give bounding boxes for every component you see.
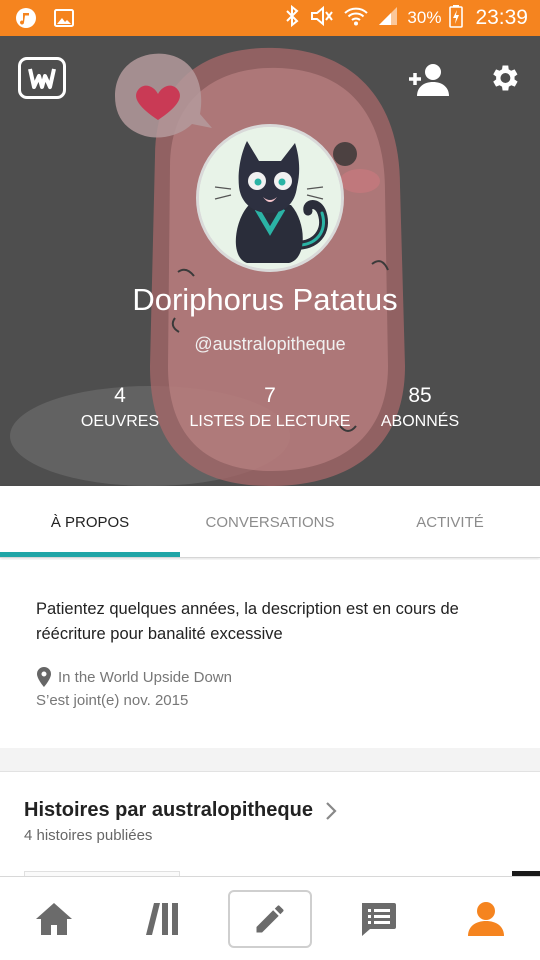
stat-followers-value: 85 xyxy=(408,384,432,407)
profile-tabs: À PROPOS CONVERSATIONS ACTIVITÉ xyxy=(0,486,540,558)
battery-charging-icon xyxy=(449,4,464,33)
settings-button[interactable] xyxy=(484,58,524,98)
profile-location-text: In the World Upside Down xyxy=(58,668,232,686)
gear-icon xyxy=(493,65,518,91)
profile-description: Patientez quelques années, la descriptio… xyxy=(36,600,459,643)
stat-followers-label: ABONNÉS xyxy=(380,413,460,430)
image-icon xyxy=(52,6,76,30)
home-icon xyxy=(36,903,72,935)
section-divider xyxy=(0,748,540,772)
battery-percentage: 30% xyxy=(407,8,442,27)
stat-reading-lists[interactable]: 7 LISTES DE LECTURE xyxy=(180,383,360,433)
profile-icon xyxy=(468,902,504,936)
stat-followers[interactable]: 85 ABONNÉS xyxy=(370,383,470,433)
profile-header: Doriphorus Patatus @australopitheque 4 O… xyxy=(0,36,540,486)
nav-messages-button[interactable] xyxy=(324,877,432,960)
wifi-icon xyxy=(343,4,369,33)
stat-works[interactable]: 4 OEUVRES xyxy=(60,383,180,433)
tab-activity[interactable]: ACTIVITÉ xyxy=(360,486,540,558)
black-cat-illustration xyxy=(199,127,341,269)
nav-home-button[interactable] xyxy=(0,877,108,960)
add-user-icon xyxy=(409,64,449,96)
stat-works-label: OEUVRES xyxy=(80,413,160,430)
music-icon xyxy=(14,6,38,30)
nav-write-button[interactable] xyxy=(228,890,312,948)
about-section: Patientez quelques années, la descriptio… xyxy=(0,560,540,748)
username: @australopitheque xyxy=(194,334,346,354)
location-pin-icon xyxy=(37,667,51,687)
follow-user-button[interactable] xyxy=(406,60,452,100)
bottom-navigation xyxy=(0,876,540,960)
stories-title: Histoires par australopitheque xyxy=(24,799,313,821)
messages-icon xyxy=(362,903,396,936)
mute-icon xyxy=(309,4,335,33)
chevron-right-icon xyxy=(326,801,337,820)
library-icon xyxy=(146,903,178,935)
stories-section: Histoires par australopitheque 4 histoir… xyxy=(0,773,540,883)
nav-library-button[interactable] xyxy=(108,877,216,960)
stories-count: 4 histoires publiées xyxy=(24,827,153,844)
write-icon xyxy=(256,905,284,933)
status-bar: 30% 23:39 xyxy=(0,0,540,36)
nav-profile-button[interactable] xyxy=(432,877,540,960)
active-tab-indicator xyxy=(0,552,180,557)
stat-reading-lists-label: LISTES DE LECTURE xyxy=(189,413,351,430)
wattpad-logo[interactable] xyxy=(18,57,66,99)
clock: 23:39 xyxy=(475,6,528,29)
profile-location: In the World Upside Down xyxy=(36,667,232,687)
display-name: Doriphorus Patatus xyxy=(132,282,398,317)
signal-icon xyxy=(377,5,399,32)
stat-reading-lists-value: 7 xyxy=(264,384,276,407)
tab-conversations[interactable]: CONVERSATIONS xyxy=(180,486,360,558)
tab-about[interactable]: À PROPOS xyxy=(0,486,180,558)
profile-joined-date: S’est joint(e) nov. 2015 xyxy=(36,692,189,709)
stories-header-link[interactable]: Histoires par australopitheque xyxy=(24,799,337,822)
bluetooth-icon xyxy=(283,4,301,33)
stat-works-value: 4 xyxy=(114,384,126,407)
avatar[interactable] xyxy=(196,124,344,272)
